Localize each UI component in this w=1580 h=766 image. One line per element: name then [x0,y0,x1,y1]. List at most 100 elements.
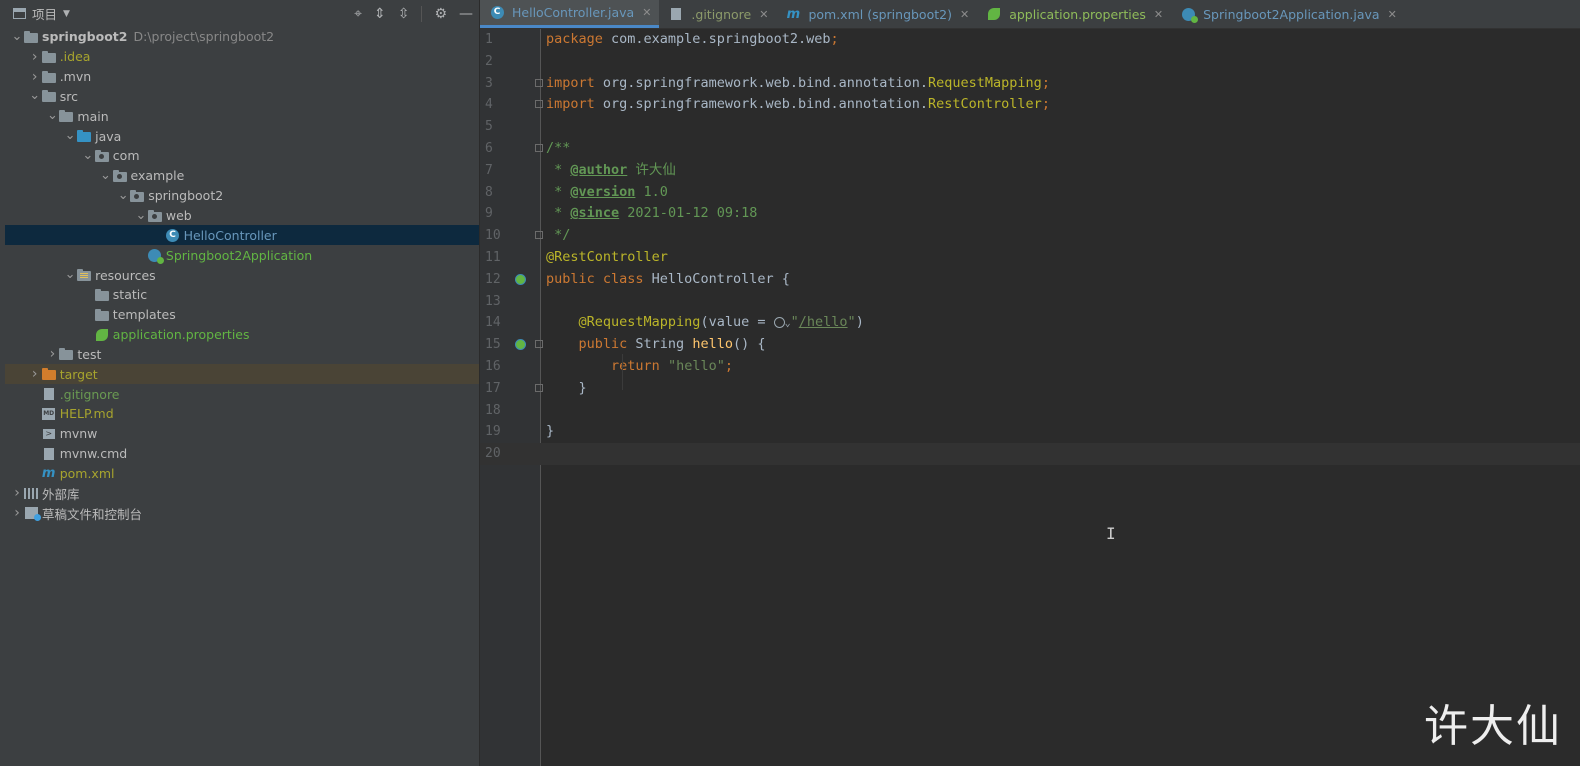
code-line[interactable]: 2 [480,51,1580,73]
chevron-right-icon[interactable]: › [29,69,41,85]
gutter-markers [510,247,540,269]
tree-item[interactable]: ⌄ springboot2 D:\project\springboot2 [5,27,479,47]
globe-inlay-icon[interactable]: ⌄ [773,314,791,330]
code-line[interactable]: 6 /** [480,138,1580,160]
code-line[interactable]: 18 [480,400,1580,422]
editor-tab[interactable]: application.properties ✕ [977,0,1171,28]
tree-item[interactable]: Springboot2Application [5,245,479,265]
code-line[interactable]: 12 public class HelloController { [480,269,1580,291]
gutter-markers [510,291,540,313]
close-icon[interactable]: ✕ [960,8,969,21]
chevron-down-icon[interactable]: ⌄ [135,209,147,222]
fold-marker-icon[interactable] [535,340,543,349]
chevron-down-icon[interactable]: ⌄ [82,149,94,162]
close-icon[interactable]: ✕ [1388,8,1397,21]
tree-item[interactable]: ⌄ web [5,206,479,226]
code-line[interactable]: 5 [480,116,1580,138]
close-icon[interactable]: ✕ [1154,8,1163,21]
tree-item[interactable]: › .mvn [5,67,479,87]
tree-item[interactable]: mvnw.cmd [5,444,479,464]
tree-item[interactable]: m pom.xml [5,464,479,484]
chevron-right-icon[interactable]: › [29,49,41,65]
code-line[interactable]: 8 * @version 1.0 [480,182,1580,204]
code-editor[interactable]: 1 package com.example.springboot2.web; 2 3 i… [480,29,1580,465]
editor-tab[interactable]: .gitignore ✕ [659,0,776,28]
expand-all-icon[interactable]: ⇕ [374,6,386,22]
spring-bean-gutter-icon[interactable] [515,339,526,351]
code-line[interactable]: 1 package com.example.springboot2.web; [480,29,1580,51]
spring-bean-gutter-icon[interactable] [515,273,526,285]
fold-marker-icon[interactable] [535,100,543,109]
project-view-selector[interactable]: 项目 ▼ [13,4,70,23]
fold-marker-icon[interactable] [535,143,543,152]
code-line[interactable]: 4 import org.springframework.web.bind.ann… [480,94,1580,116]
tree-item[interactable]: ⌄ java [5,126,479,146]
gutter-markers [510,269,540,291]
chevron-down-icon[interactable]: ⌄ [29,89,41,102]
code-line[interactable]: 19} [480,421,1580,443]
tree-item[interactable]: › .idea [5,47,479,67]
chevron-right-icon[interactable]: › [11,485,23,501]
chevron-down-icon[interactable]: ▼ [63,9,70,19]
fold-marker-icon[interactable] [535,78,543,87]
tree-item[interactable]: › test [5,345,479,365]
code-line[interactable]: 10 */ [480,225,1580,247]
chevron-down-icon[interactable]: ⌄ [64,129,76,142]
locate-file-icon[interactable]: ⌖ [354,6,362,22]
close-icon[interactable]: ✕ [642,6,651,19]
code-line[interactable]: 17 } [480,378,1580,400]
tree-item[interactable]: static [5,285,479,305]
line-number: 2 [485,53,493,69]
tree-item[interactable]: › target [5,364,479,385]
code-token: /** [546,139,571,156]
chevron-down-icon[interactable]: ⌄ [11,30,23,43]
gear-icon[interactable]: ⚙ [434,6,447,22]
code-line[interactable]: 9 * @since 2021-01-12 09:18 [480,203,1580,225]
code-line[interactable]: 13 [480,291,1580,313]
gutter-markers [510,356,540,378]
tree-item-label: mvnw [59,426,98,442]
chevron-down-icon[interactable]: ⌄ [46,109,58,122]
tree-item[interactable]: ⌄ main [5,106,479,126]
tree-item[interactable]: ⌄ src [5,87,479,107]
tree-item[interactable]: ⌄ resources [5,265,479,285]
code-line[interactable]: 20 [480,443,1580,465]
chevron-down-icon[interactable]: ⌄ [117,189,129,202]
tree-item[interactable]: ⌄ springboot2 [5,186,479,206]
code-line[interactable]: 3 import org.springframework.web.bind.ann… [480,73,1580,95]
close-icon[interactable]: ✕ [759,8,768,21]
tree-item[interactable]: › 外部库 [5,483,479,503]
tree-item[interactable]: C HelloController [5,225,479,246]
code-line[interactable]: 15 public String hello() { [480,334,1580,356]
chevron-down-icon[interactable]: ⌄ [64,268,76,281]
tree-item[interactable]: application.properties [5,325,479,345]
editor-tab[interactable]: m pom.xml (springboot2) ✕ [776,0,977,28]
tree-item[interactable]: > mvnw [5,424,479,444]
code-line[interactable]: 16 return "hello"; [480,356,1580,378]
chevron-right-icon[interactable]: › [11,505,23,521]
editor-tab[interactable]: C HelloController.java ✕ [480,0,660,28]
collapse-all-icon[interactable]: ⇳ [398,6,410,22]
chevron-right-icon[interactable]: › [29,366,41,382]
maven-icon: m [41,465,56,481]
code-line[interactable]: 7 * @author 许大仙 [480,160,1580,182]
chevron-right-icon[interactable]: › [46,346,58,362]
code-line[interactable]: 14 @RequestMapping(value = ⌄"/hello") [480,312,1580,334]
fold-marker-icon[interactable] [535,383,543,392]
tree-item[interactable]: ⌄ com [5,146,479,166]
fold-marker-icon[interactable] [535,231,543,240]
code-line[interactable]: 11 @RestController [480,247,1580,269]
tree-item[interactable]: MD HELP.md [5,404,479,424]
line-number: 13 [485,293,501,309]
chevron-down-icon[interactable]: ⌄ [100,169,112,182]
line-number: 18 [485,402,501,418]
code-text: */ [540,225,570,247]
tree-item[interactable]: .gitignore [5,384,479,404]
tree-item[interactable]: templates [5,305,479,325]
hide-panel-icon[interactable]: — [459,6,473,22]
project-panel: 项目 ▼ ⌖ ⇕ ⇳ ⚙ — ⌄ springboot2 D:\project\s… [5,0,480,766]
editor-tab[interactable]: Springboot2Application.java ✕ [1171,0,1405,28]
tree-item[interactable]: › 草稿文件和控制台 [5,503,479,523]
tree-item[interactable]: ⌄ example [5,166,479,186]
gutter-markers [510,116,540,138]
